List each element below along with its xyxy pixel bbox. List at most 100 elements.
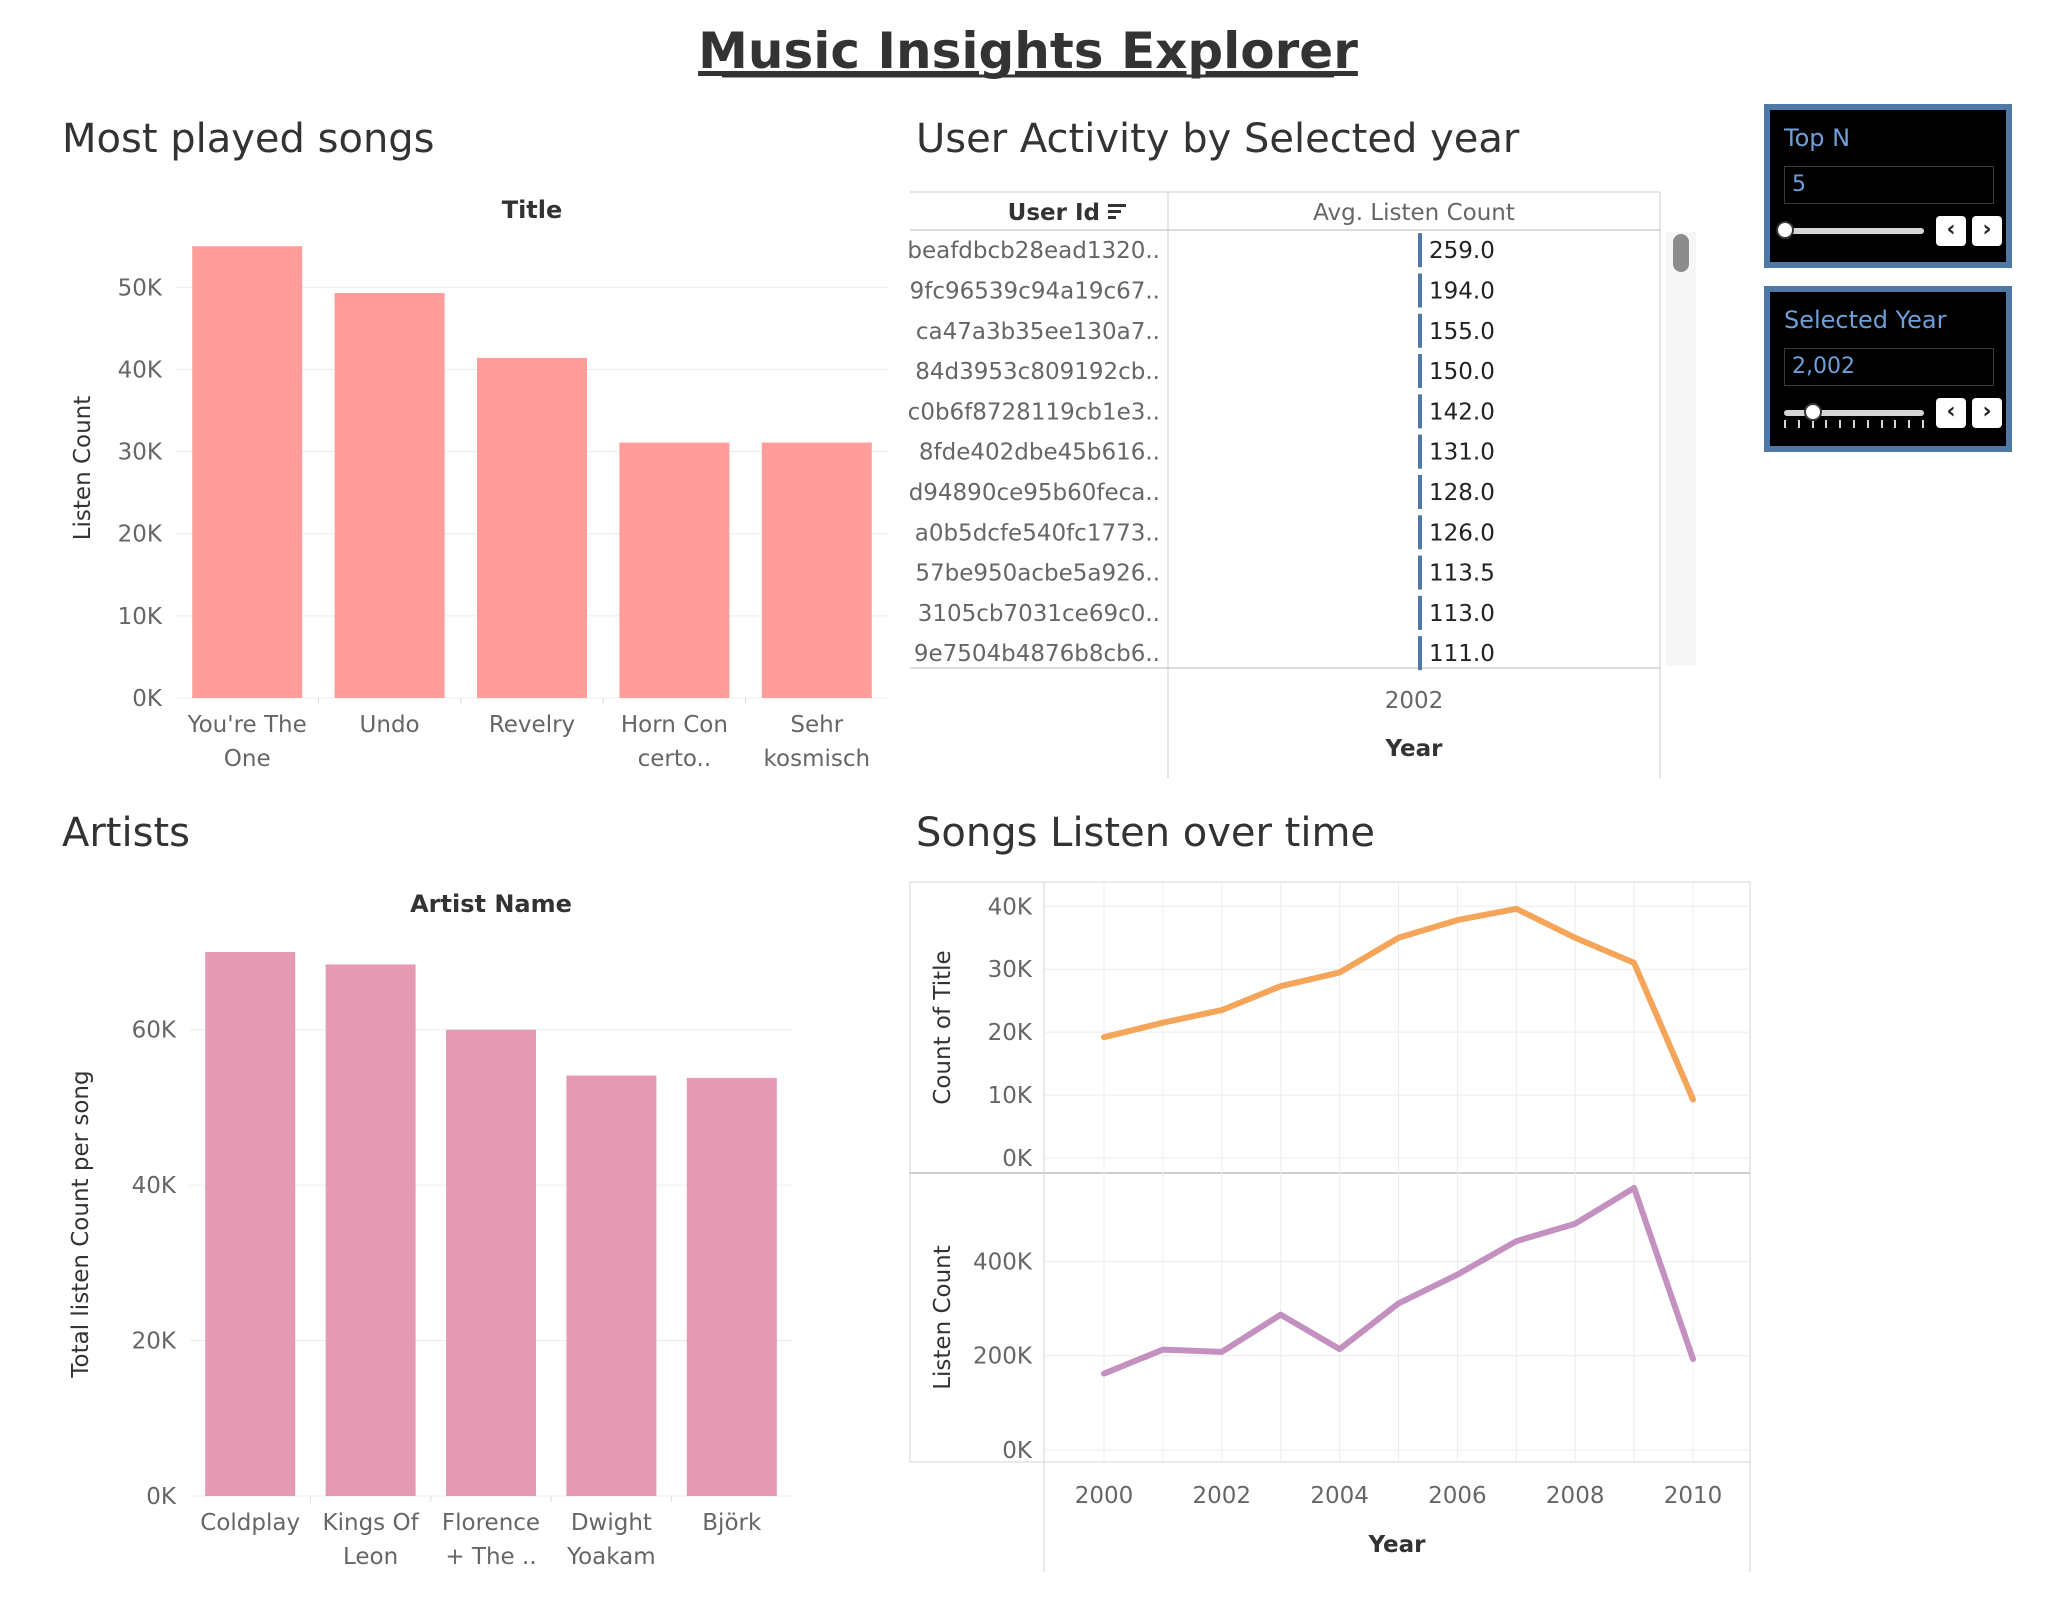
- x-category-label: You're The: [187, 712, 307, 738]
- table-row-value: 126.0: [1429, 520, 1495, 546]
- x-category-label: Sehr: [790, 712, 843, 738]
- y-axis-title: Count of Title: [930, 950, 956, 1104]
- table-row-bar: [1418, 595, 1422, 630]
- selected-year-control: Selected Year 2,002 ‹ ›: [1764, 286, 2012, 452]
- dashboard-canvas: Music Insights Explorer Most played song…: [62, 22, 1751, 1572]
- x-category-label: One: [224, 746, 271, 772]
- table-row-user-id: 9e7504b4876b8cb6..: [914, 641, 1160, 667]
- table-row-value: 155.0: [1429, 319, 1495, 345]
- sort-icon: [1108, 204, 1126, 207]
- table-row-user-id: c0b6f8728119cb1e3..: [908, 399, 1160, 425]
- y-tick-label: 40K: [132, 1173, 177, 1199]
- column-header: Avg. Listen Count: [1313, 200, 1515, 226]
- y-tick-label: 0K: [1002, 1146, 1033, 1172]
- table-row-user-id: 84d3953c809192cb..: [915, 359, 1160, 385]
- selected-year-next-button[interactable]: ›: [1972, 398, 2002, 428]
- table-row-user-id: 8fde402dbe45b616..: [919, 440, 1160, 466]
- table-row-bar: [1418, 636, 1422, 671]
- x-category-label: Undo: [360, 712, 420, 738]
- x-tick-label: 2006: [1428, 1483, 1487, 1509]
- bar: [686, 1077, 777, 1496]
- bar: [192, 246, 303, 698]
- column-axis-title: Year: [1384, 736, 1443, 762]
- table-row-value: 111.0: [1429, 641, 1495, 667]
- x-category-label: Dwight: [571, 1510, 652, 1536]
- panel-title-activity: User Activity by Selected year: [916, 116, 1520, 162]
- dashboard-title: Music Insights Explorer: [698, 22, 1358, 80]
- panel-title-songs: Most played songs: [62, 116, 435, 162]
- table-row-bar: [1418, 233, 1422, 268]
- y-tick-label: 30K: [988, 957, 1033, 983]
- table-row-bar: [1418, 474, 1422, 509]
- y-tick-label: 20K: [132, 1329, 177, 1355]
- bar: [334, 293, 445, 698]
- table-row-user-id: 57be950acbe5a926..: [915, 561, 1160, 587]
- scrollbar-track: [1666, 232, 1696, 666]
- y-tick-label: 0K: [146, 1484, 177, 1510]
- x-category-label: Leon: [343, 1544, 398, 1570]
- sort-icon: [1108, 216, 1116, 219]
- scrollbar-thumb: [1673, 234, 1689, 272]
- top-n-input[interactable]: 5: [1784, 166, 1994, 204]
- table-row-user-id: beafdbcb28ead1320..: [907, 238, 1160, 264]
- table-row-value: 113.0: [1429, 601, 1495, 627]
- table-row-user-id: ca47a3b35ee130a7..: [916, 319, 1160, 345]
- y-tick-label: 10K: [988, 1083, 1033, 1109]
- row-header: User Id: [1008, 200, 1100, 226]
- table-row-value: 113.5: [1429, 561, 1495, 587]
- x-category-label: kosmisch: [764, 746, 871, 772]
- y-tick-label: 400K: [973, 1249, 1033, 1275]
- table-row-user-id: 9fc96539c94a19c67..: [910, 278, 1160, 304]
- panel-title-artists: Artists: [62, 810, 190, 856]
- y-tick-label: 0K: [1002, 1438, 1033, 1464]
- bar: [566, 1075, 657, 1496]
- artists-bar-chart: Artist Name 0K 20K 40K 60K Total listen Count…: [68, 890, 792, 1570]
- panel-title-overtime: Songs Listen over time: [916, 810, 1375, 856]
- activity-table: User Id Avg. Listen Count beafdbcb28ead132…: [907, 191, 1696, 778]
- table-row-bar: [1418, 394, 1422, 429]
- bar: [619, 442, 730, 698]
- selected-year-input[interactable]: 2,002: [1784, 348, 1994, 386]
- y-axis-title: Total listen Count per song: [68, 1070, 94, 1378]
- table-row-value: 142.0: [1429, 399, 1495, 425]
- y-axis-title: Listen Count: [930, 1245, 956, 1390]
- x-category-label: Björk: [702, 1510, 762, 1536]
- bar: [205, 952, 296, 1496]
- selected-year-slider-ticks: [1784, 420, 1924, 430]
- bar: [477, 357, 587, 698]
- table-row-user-id: d94890ce95b60feca..: [909, 480, 1160, 506]
- x-category-label: Florence: [442, 1510, 540, 1536]
- x-tick-label: 2008: [1546, 1483, 1605, 1509]
- top-n-next-button[interactable]: ›: [1972, 216, 2002, 246]
- x-tick-label: 2004: [1310, 1483, 1369, 1509]
- selected-year-label: Selected Year: [1784, 306, 1947, 334]
- x-category-label: Coldplay: [200, 1510, 300, 1536]
- y-tick-label: 50K: [118, 275, 163, 301]
- selected-year-slider-thumb[interactable]: [1804, 403, 1822, 421]
- table-row-bar: [1418, 555, 1422, 590]
- y-tick-label: 40K: [118, 357, 163, 383]
- top-n-prev-button[interactable]: ‹: [1936, 216, 1966, 246]
- y-tick-label: 20K: [988, 1020, 1033, 1046]
- overtime-line-chart: 2000 2002 2004 2006 2008 2010 Year 0K 10K 20K 30K 4…: [909, 881, 1751, 1572]
- table-row-bar: [1418, 515, 1422, 550]
- y-tick-label: 20K: [118, 522, 163, 548]
- selected-year-prev-button[interactable]: ‹: [1936, 398, 1966, 428]
- top-n-slider-thumb[interactable]: [1776, 221, 1794, 239]
- x-category-label: + The ..: [445, 1544, 536, 1570]
- x-axis-title: Year: [1367, 1532, 1426, 1558]
- sort-icon: [1108, 210, 1121, 213]
- songs-bar-chart: Title 0K 10K 20K 30K 40K 50K Listen Count You're…: [70, 196, 888, 772]
- table-row-user-id: a0b5dcfe540fc1773..: [915, 520, 1160, 546]
- x-tick-label: 2010: [1664, 1483, 1723, 1509]
- bar: [325, 964, 416, 1496]
- top-n-control: Top N 5 ‹ ›: [1764, 104, 2012, 268]
- x-category-label: Horn Con: [621, 712, 728, 738]
- y-tick-label: 40K: [988, 894, 1033, 920]
- table-row-value: 131.0: [1429, 440, 1495, 466]
- y-tick-label: 60K: [132, 1018, 177, 1044]
- top-n-slider-track[interactable]: [1784, 228, 1924, 234]
- table-row-bar: [1418, 434, 1422, 469]
- table-row-value: 150.0: [1429, 359, 1495, 385]
- y-tick-label: 10K: [118, 604, 163, 630]
